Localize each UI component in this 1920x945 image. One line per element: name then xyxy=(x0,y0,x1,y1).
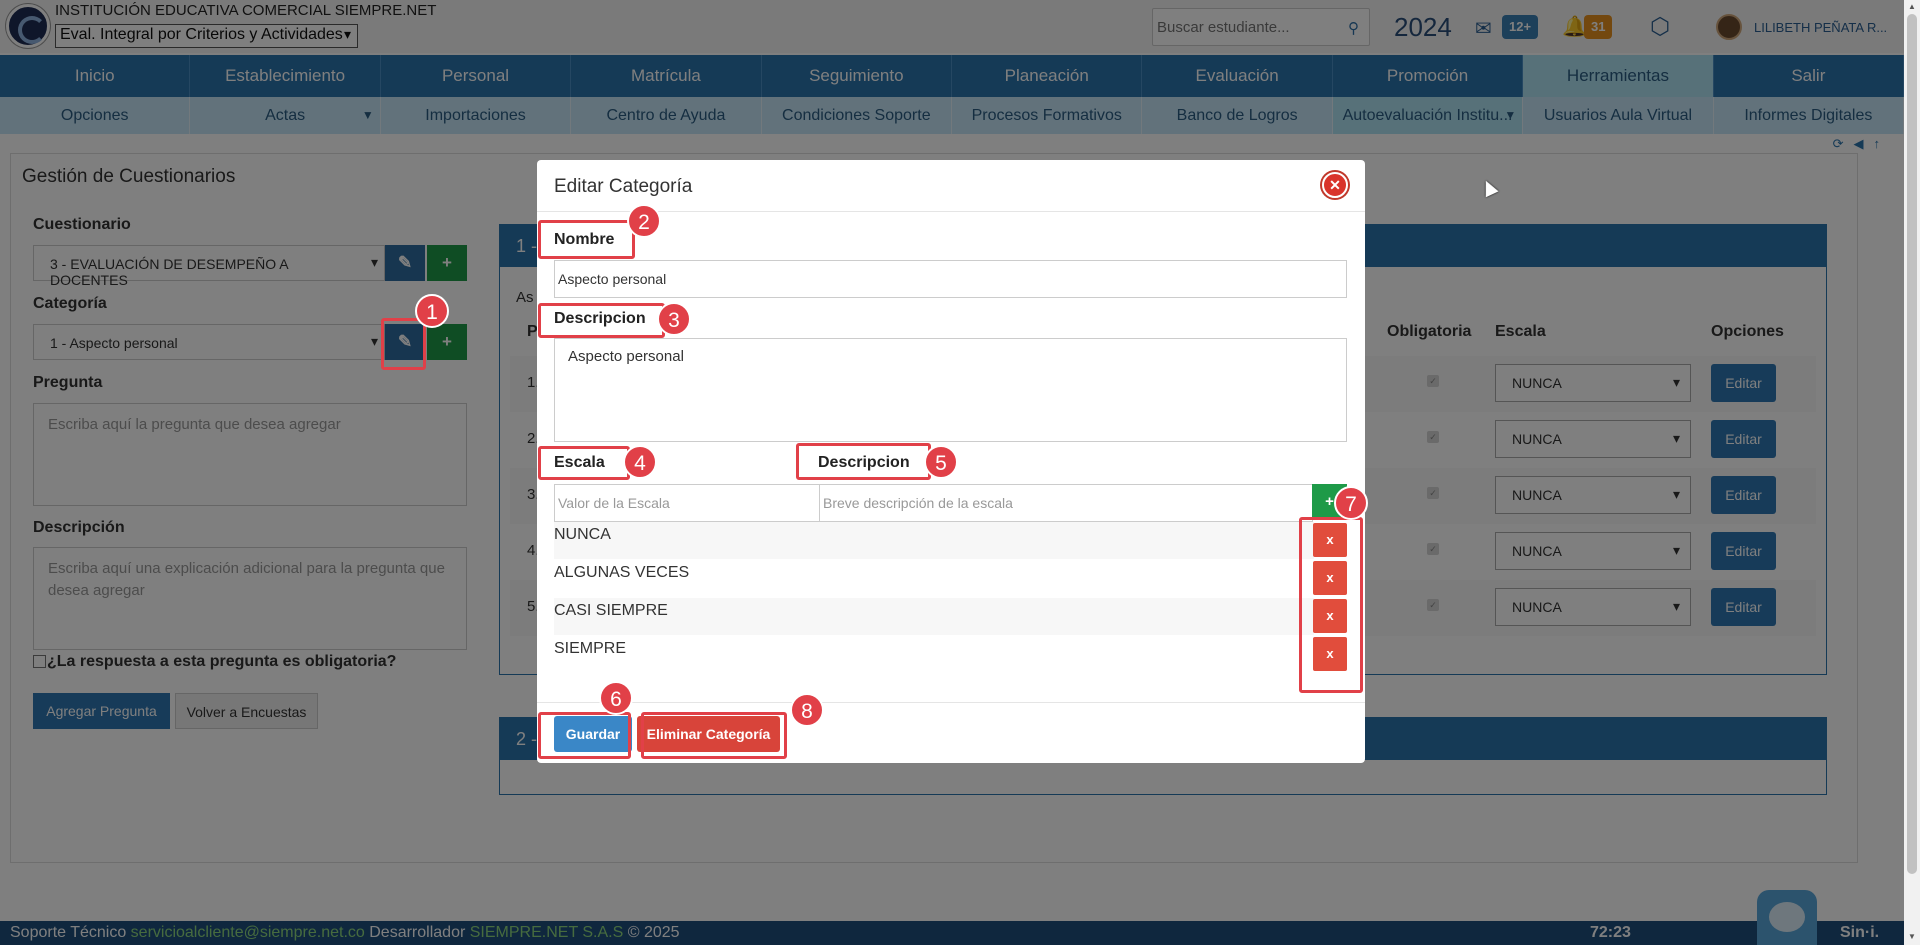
escala-description-input[interactable]: Breve descripción de la escala xyxy=(819,484,1313,522)
scrollbar-thumb[interactable] xyxy=(1907,14,1917,874)
modal-header: Editar Categoría ✕ xyxy=(537,160,1365,212)
annotation-box xyxy=(381,318,426,370)
descripcion-textarea[interactable]: Aspecto personal xyxy=(554,338,1347,442)
scale-value: SIEMPRE xyxy=(554,640,627,657)
annotation-marker: 2 xyxy=(627,204,661,238)
annotation-marker: 5 xyxy=(924,445,958,479)
close-icon[interactable]: ✕ xyxy=(1322,172,1348,198)
scale-row: NUNCA xyxy=(554,522,1314,559)
page: INSTITUCIÓN EDUCATIVA COMERCIAL SIEMPRE.… xyxy=(0,0,1905,945)
scroll-up-icon[interactable]: ▲ xyxy=(1908,2,1916,11)
scale-value: CASI SIEMPRE xyxy=(554,602,668,619)
scale-value: NUNCA xyxy=(554,526,611,543)
annotation-marker: 8 xyxy=(790,693,824,727)
edit-category-modal: Editar Categoría ✕ Nombre Aspecto person… xyxy=(537,160,1368,763)
page-scrollbar[interactable]: ▲ ▼ xyxy=(1904,0,1920,945)
annotation-marker: 6 xyxy=(599,681,633,715)
annotation-box xyxy=(796,443,931,480)
annotation-box xyxy=(538,712,631,759)
modal-title: Editar Categoría xyxy=(554,176,693,197)
annotation-box xyxy=(538,303,665,338)
scale-row: ALGUNAS VECES xyxy=(554,560,1314,597)
scale-row: SIEMPRE xyxy=(554,636,1314,673)
nombre-input[interactable]: Aspecto personal xyxy=(554,260,1347,298)
annotation-marker: 7 xyxy=(1334,486,1368,520)
annotation-box xyxy=(641,712,787,759)
scroll-down-icon[interactable]: ▼ xyxy=(1908,932,1916,941)
annotation-marker: 4 xyxy=(623,445,657,479)
scale-value: ALGUNAS VECES xyxy=(554,564,690,581)
modal-footer-divider xyxy=(537,702,1365,703)
scale-row: CASI SIEMPRE xyxy=(554,598,1314,635)
annotation-marker: 1 xyxy=(415,294,449,328)
escala-value-input[interactable]: Valor de la Escala xyxy=(554,484,820,522)
annotation-box xyxy=(538,446,630,480)
annotation-marker: 3 xyxy=(657,302,691,336)
annotation-box xyxy=(538,220,635,259)
annotation-box xyxy=(1299,517,1363,693)
